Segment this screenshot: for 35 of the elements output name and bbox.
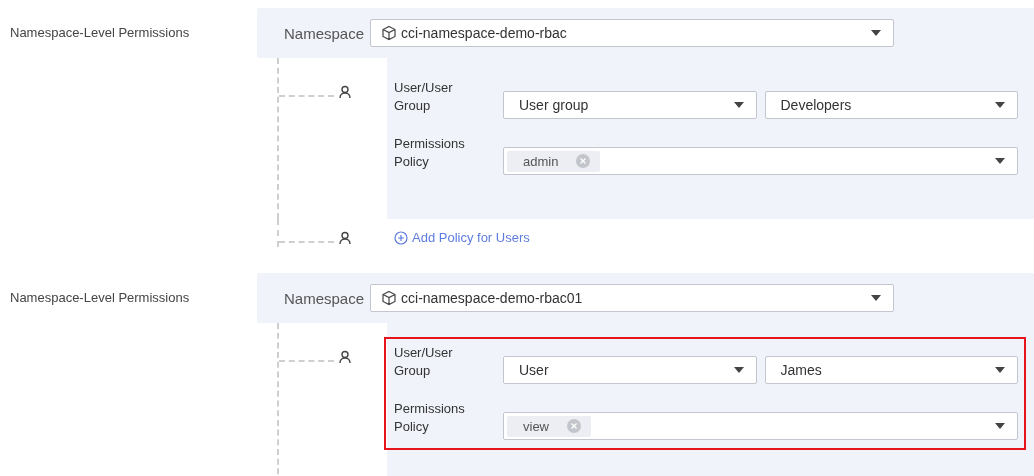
user-icon — [338, 231, 352, 245]
field-label: User/User Group — [394, 79, 454, 115]
cube-icon — [381, 290, 398, 306]
remove-icon[interactable] — [567, 419, 581, 433]
field-label: User/User Group — [394, 344, 454, 380]
user-type-select[interactable]: User group — [503, 91, 757, 119]
add-icon — [394, 230, 408, 245]
remove-icon[interactable] — [576, 154, 591, 168]
user-type-select[interactable]: User — [503, 356, 757, 384]
namespace-label: Namespace — [284, 24, 365, 42]
field-label: Permissions Policy — [394, 400, 466, 436]
caret-icon — [995, 423, 1005, 429]
section-label: Namespace-Level Permissions — [9, 289, 191, 307]
cube-icon — [381, 25, 398, 41]
policy-tag: admin — [507, 150, 601, 172]
add-policy-link[interactable]: Add Policy for Users — [394, 230, 530, 245]
namespace-select[interactable]: cci-namespace-demo-rbac — [370, 19, 895, 47]
user-icon — [338, 85, 352, 99]
policy-select[interactable]: view — [503, 412, 1018, 440]
caret-icon — [995, 367, 1005, 373]
member-select[interactable]: Developers — [764, 91, 1018, 119]
caret-icon — [733, 102, 744, 108]
caret-icon — [995, 102, 1005, 108]
namespace-label: Namespace — [284, 289, 365, 307]
policy-tag: view — [507, 415, 591, 437]
policy-select[interactable]: admin — [503, 147, 1018, 175]
user-icon — [338, 350, 352, 364]
caret-icon — [871, 295, 882, 301]
caret-icon — [995, 158, 1005, 164]
caret-icon — [871, 30, 882, 36]
namespace-select[interactable]: cci-namespace-demo-rbac01 — [370, 284, 895, 312]
member-select[interactable]: James — [764, 356, 1018, 384]
section-label: Namespace-Level Permissions — [9, 24, 191, 42]
field-label: Permissions Policy — [394, 135, 466, 171]
caret-icon — [733, 367, 744, 373]
